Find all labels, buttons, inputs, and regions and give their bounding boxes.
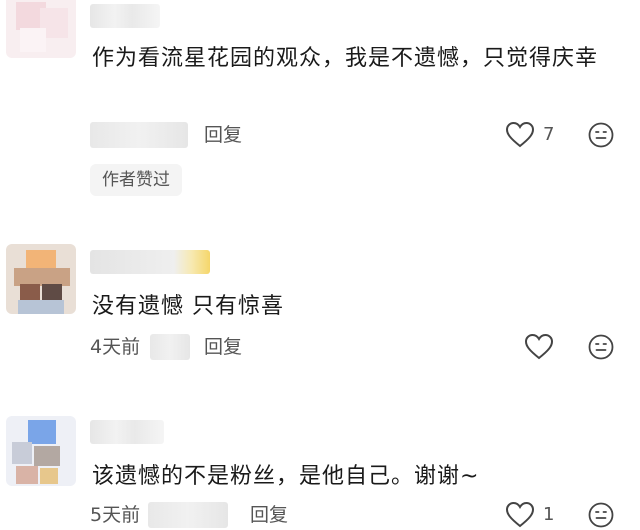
- timestamp: 4天前: [90, 336, 141, 358]
- reply-button[interactable]: 回复: [204, 332, 242, 362]
- emoji-icon[interactable]: [588, 502, 614, 528]
- timestamp-blurred: [150, 334, 190, 360]
- username-blurred[interactable]: [90, 420, 164, 444]
- username-blurred[interactable]: [90, 4, 160, 28]
- avatar[interactable]: [6, 244, 76, 314]
- heart-icon[interactable]: [525, 334, 553, 360]
- comment-meta: 5天前 回复 1: [90, 500, 620, 530]
- timestamp-blurred: [148, 502, 228, 528]
- emoji-icon[interactable]: [588, 334, 614, 360]
- comment-text: 作为看流星花园的观众，我是不遗憾，只觉得庆幸: [92, 46, 599, 71]
- heart-icon[interactable]: [506, 502, 534, 528]
- comment-meta: 回复 7: [90, 120, 620, 150]
- like-count: 1: [543, 504, 555, 525]
- like-count: 7: [543, 124, 555, 145]
- emoji-icon[interactable]: [588, 122, 614, 148]
- comment-item: 没有遗憾 只有惊喜 4天前 回复: [0, 240, 640, 370]
- comment-text: 该遗憾的不是粉丝，是他自己。谢谢~: [92, 464, 480, 489]
- author-liked-badge: 作者赞过: [90, 164, 182, 196]
- timestamp-blurred: [90, 122, 188, 148]
- heart-icon[interactable]: [506, 122, 534, 148]
- reply-button[interactable]: 回复: [250, 500, 288, 530]
- timestamp: 5天前: [90, 504, 141, 526]
- comment-meta: 4天前 回复: [90, 332, 620, 362]
- reply-button[interactable]: 回复: [204, 120, 242, 150]
- avatar[interactable]: [6, 416, 76, 486]
- username-blurred[interactable]: [90, 250, 210, 274]
- comment-item: 该遗憾的不是粉丝，是他自己。谢谢~ 5天前 回复 1: [0, 400, 640, 528]
- comment-item: 作为看流星花园的观众，我是不遗憾，只觉得庆幸 回复 7 作者赞过: [0, 0, 640, 220]
- avatar[interactable]: [6, 0, 76, 58]
- comment-text: 没有遗憾 只有惊喜: [92, 294, 284, 319]
